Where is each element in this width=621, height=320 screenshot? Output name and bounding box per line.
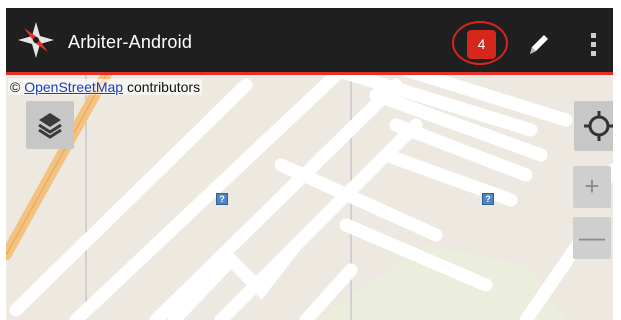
copyright-symbol: © xyxy=(10,79,21,95)
pencil-icon[interactable] xyxy=(522,28,554,60)
map-roads xyxy=(6,75,613,320)
crosshair-icon xyxy=(584,111,613,141)
app-title: Arbiter-Android xyxy=(68,32,193,52)
compass-app-icon[interactable] xyxy=(16,20,56,60)
zoom-in-button[interactable]: + xyxy=(573,166,611,208)
map-view[interactable]: ? ? xyxy=(6,75,613,320)
overflow-menu-icon[interactable] xyxy=(584,28,604,60)
map-attribution: © OpenStreetMap contributors xyxy=(8,79,203,95)
plus-icon: + xyxy=(584,171,600,201)
zoom-out-button[interactable]: — xyxy=(573,217,611,259)
minus-icon: — xyxy=(579,222,605,252)
app-window: Arbiter-Android 4 ? ? © OpenStreetMap co… xyxy=(6,8,613,320)
notification-count-badge[interactable]: 4 xyxy=(467,30,496,59)
layers-icon xyxy=(38,113,62,139)
action-bar: Arbiter-Android 4 xyxy=(6,8,613,75)
layers-button[interactable] xyxy=(26,101,74,149)
poi-marker[interactable]: ? xyxy=(216,193,228,205)
locate-me-button[interactable] xyxy=(574,101,613,151)
poi-marker[interactable]: ? xyxy=(482,193,494,205)
attribution-text: contributors xyxy=(123,79,201,95)
openstreetmap-link[interactable]: OpenStreetMap xyxy=(24,79,123,95)
